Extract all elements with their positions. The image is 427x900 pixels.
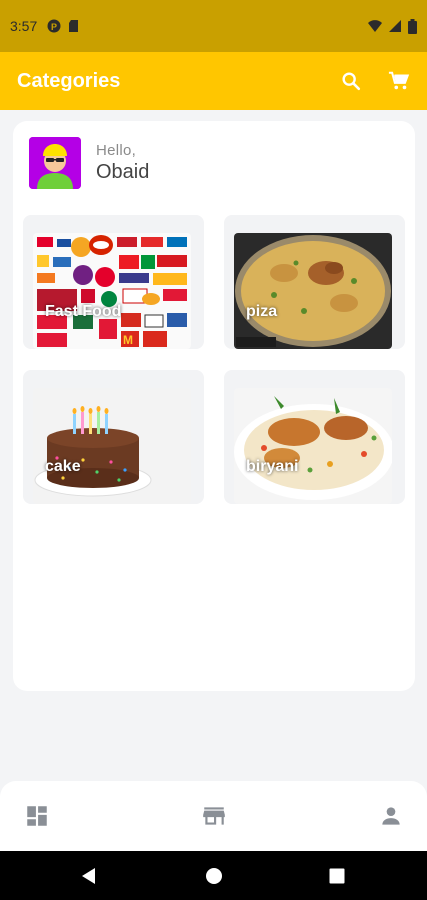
back-icon <box>82 868 95 884</box>
wifi-icon <box>368 20 382 32</box>
person-icon <box>382 807 400 825</box>
greeting: Hello, Obaid <box>29 137 149 189</box>
back-button[interactable] <box>80 867 98 885</box>
user-name: Obaid <box>96 161 150 183</box>
search-button[interactable] <box>340 70 362 92</box>
nav-store[interactable] <box>201 803 227 829</box>
category-label: piza <box>246 303 278 320</box>
cart-button[interactable] <box>388 70 410 92</box>
hello-text: Hello, <box>96 142 137 159</box>
store-icon <box>203 807 225 825</box>
nav-profile[interactable] <box>378 803 404 829</box>
search-icon <box>342 72 361 91</box>
category-label: cake <box>45 458 81 475</box>
category-grid: M Fast Food piza cake biryani <box>23 215 405 504</box>
bottom-nav <box>0 781 427 851</box>
category-label: biryani <box>246 458 299 475</box>
status-bar: 3:57 P <box>0 0 427 52</box>
recents-button[interactable] <box>328 867 346 885</box>
sd-card-icon <box>69 20 79 32</box>
main-card: Hello, Obaid M Fast Food piza cake birya… <box>13 121 415 691</box>
status-time: 3:57 <box>10 18 38 34</box>
app-notification-icon: P <box>47 19 61 33</box>
dashboard-icon <box>27 806 47 826</box>
piza-image <box>234 233 392 349</box>
cart-icon <box>388 71 410 90</box>
biryani-image <box>234 388 392 504</box>
user-avatar-icon <box>29 137 81 189</box>
system-nav-bar <box>0 851 427 900</box>
svg-text:P: P <box>51 22 57 32</box>
category-tile-biryani[interactable]: biryani <box>224 370 405 504</box>
home-button[interactable] <box>205 867 223 885</box>
app-bar: Categories <box>0 52 427 110</box>
page-title: Categories <box>17 69 121 92</box>
nav-dashboard[interactable] <box>24 803 50 829</box>
svg-text:M: M <box>123 333 133 347</box>
category-tile-fast-food[interactable]: M Fast Food <box>23 215 204 349</box>
recents-icon <box>329 868 345 884</box>
signal-icon <box>389 20 401 32</box>
fast-food-logos-image: M <box>33 233 191 349</box>
battery-icon <box>408 18 417 34</box>
category-tile-cake[interactable]: cake <box>23 370 204 504</box>
avatar[interactable] <box>29 137 81 189</box>
category-label: Fast Food <box>45 303 122 320</box>
category-tile-piza[interactable]: piza <box>224 215 405 349</box>
cake-image <box>33 388 191 504</box>
home-icon <box>206 868 222 884</box>
